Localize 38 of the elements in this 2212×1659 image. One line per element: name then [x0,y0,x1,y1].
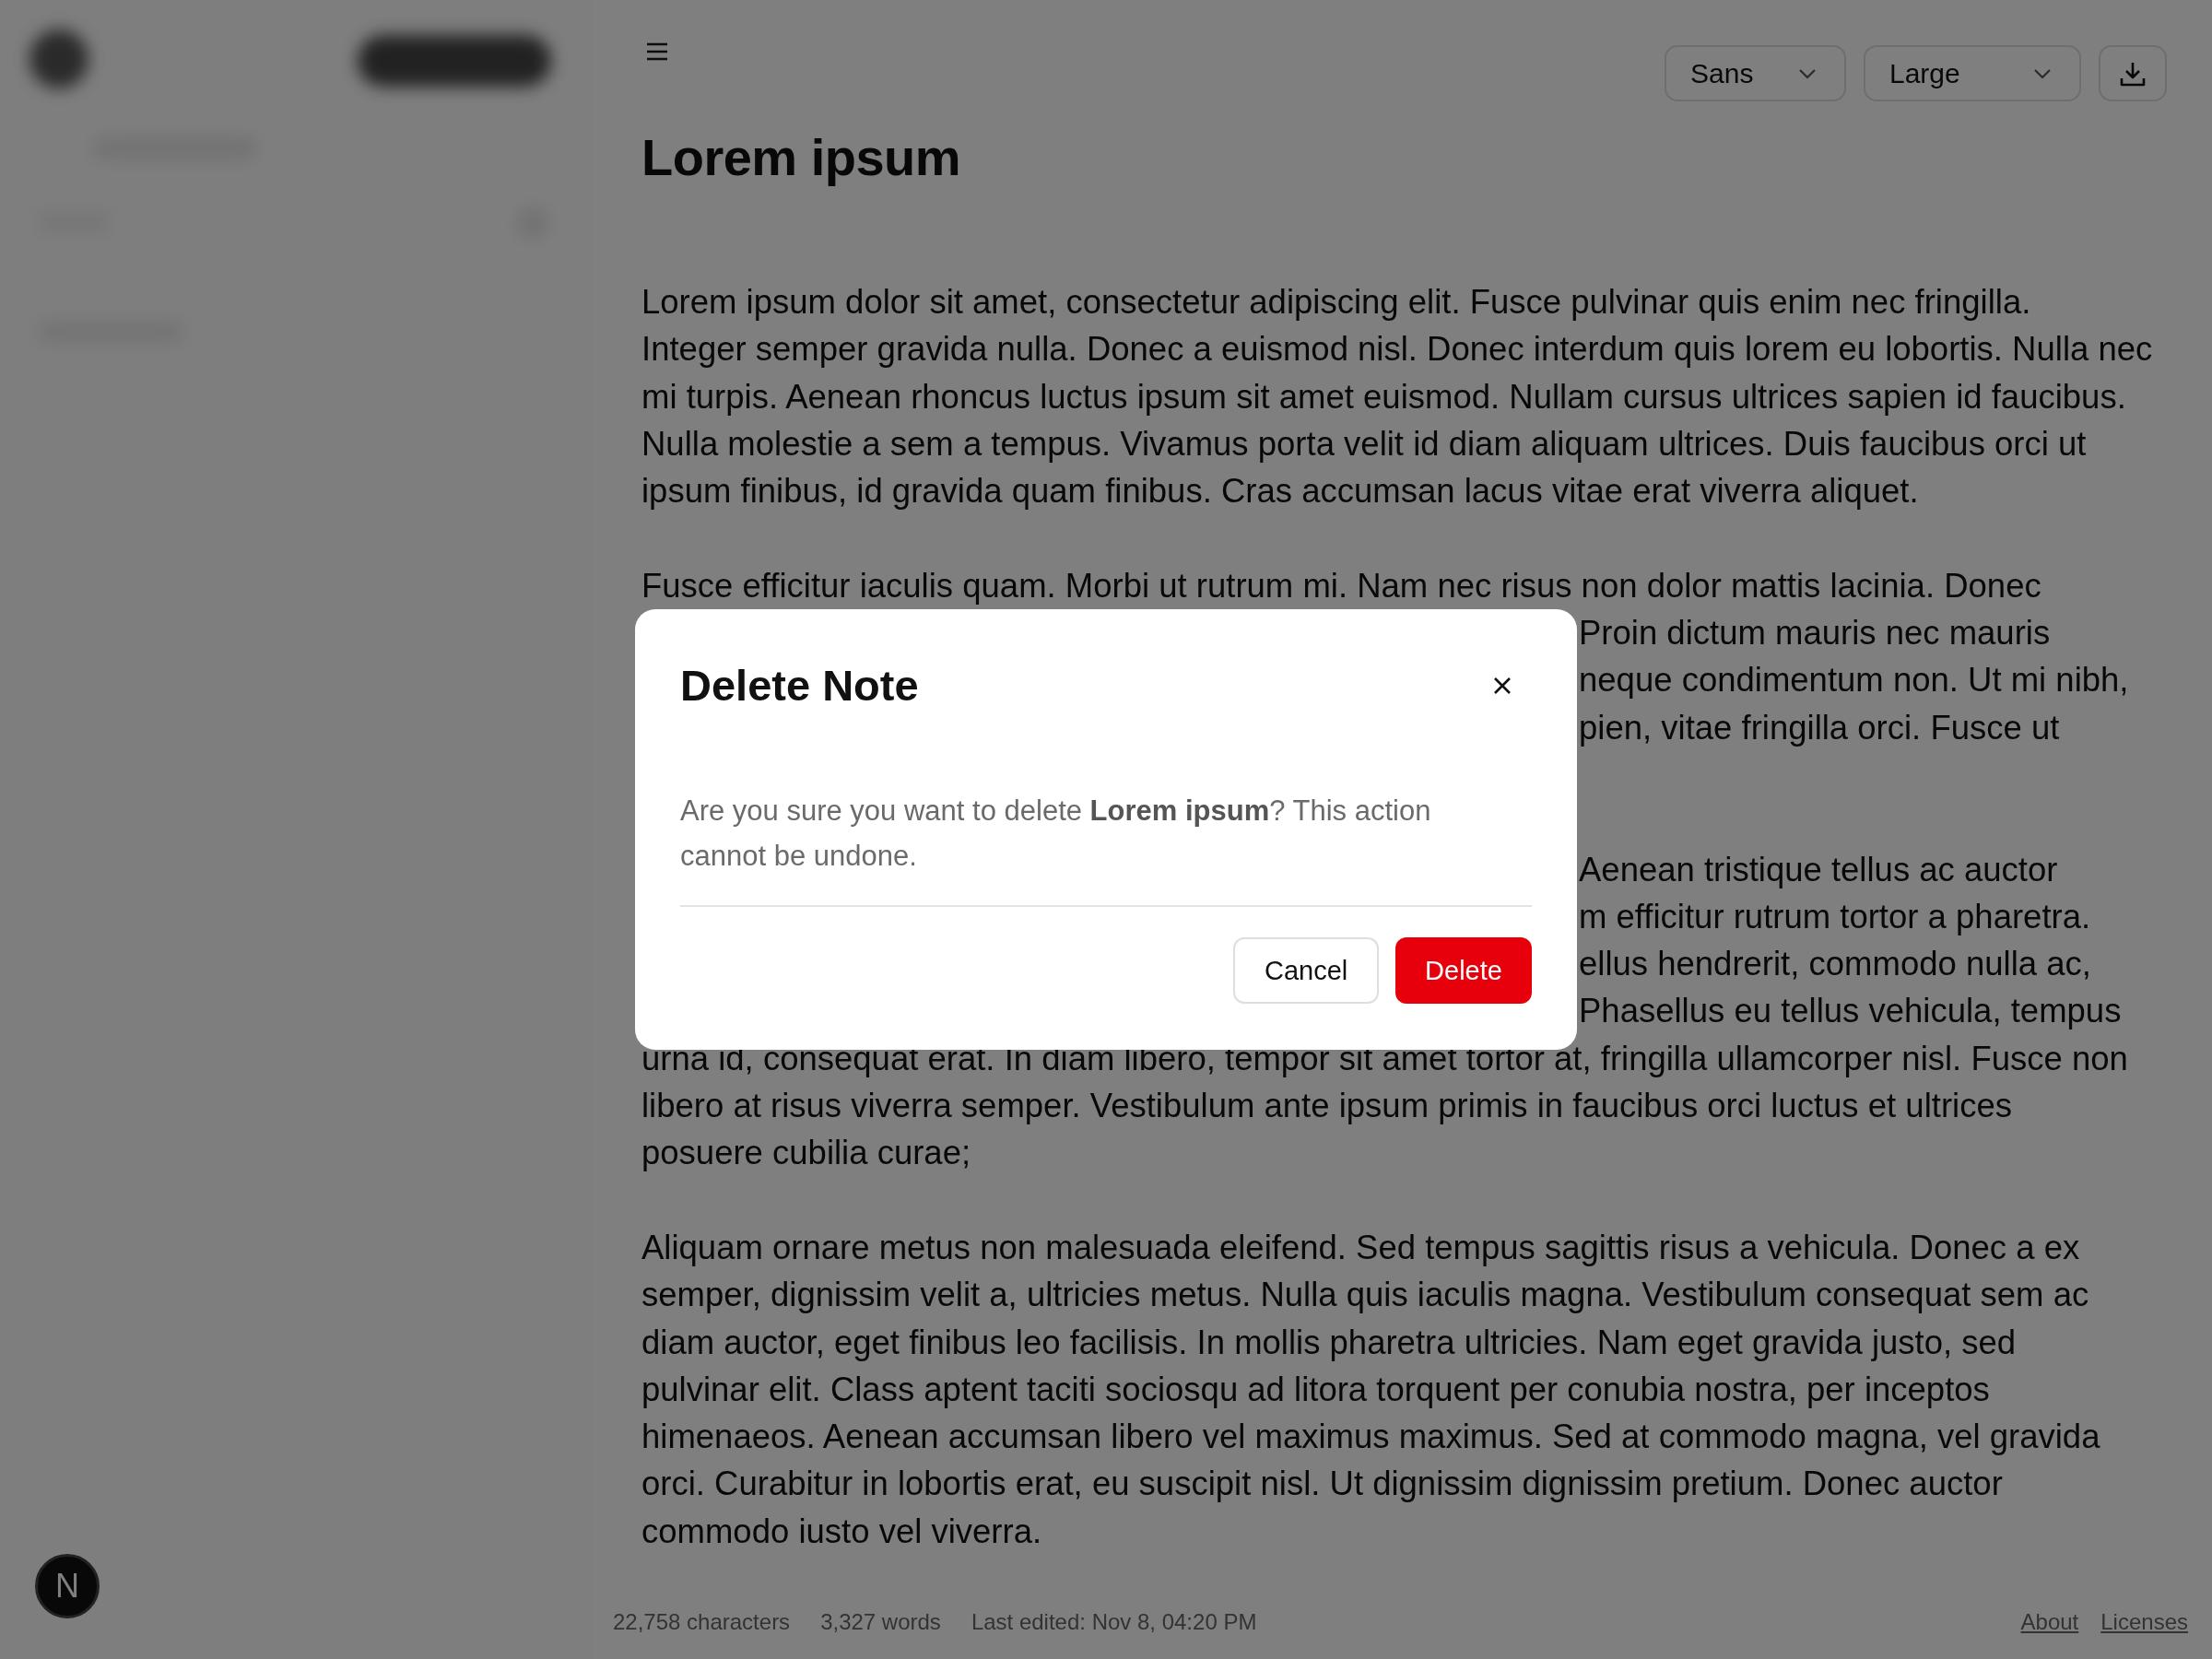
size-dropdown[interactable]: Large [1864,45,2081,101]
footer-link[interactable]: Licenses [2100,1609,2188,1635]
text-line: pien, vitae fringilla orci. Fusce ut [1579,707,2061,748]
footer-link[interactable]: About [2020,1609,2079,1635]
text-line: Lorem ipsum dolor sit amet, consectetur adipiscing elit. Fusce pulvinar quis enim nec fringilla. [641,282,2032,323]
text-line: m efficitur rutrum tortor a pharetra. [1579,896,2092,937]
text-line: Proin dictum mauris nec mauris [1579,613,2052,654]
text-line: diam auctor, eget finibus leo facilisis. In mollis pharetra ultricies. Nam eget gravida justo, sed [641,1322,2018,1363]
text-line: Integer semper gravida nulla. Donec a euismod nisl. Donec interdum quis lorem eu lobortis. Nulla nec [641,329,2154,371]
status-text: 3,327 words [820,1609,941,1635]
text-line: commodo iusto vel viverra. [641,1511,1043,1552]
text-line: Nulla molestie a sem a tempus. Vivamus porta velit id diam aliquam ultrices. Duis faucibus orci ut [641,423,2088,465]
text-line: semper, dignissim velit a, ultricies metus. Nulla quis iaculis magna. Vestibulum consequat sem ac [641,1275,2090,1316]
note-title: Lorem ipsum [641,127,962,188]
text-line: libero at risus viverra semper. Vestibulum ante ipsum primis in faucibus orci luctus et ultrices [641,1086,2013,1127]
text-line: himenaeos. Aenean accumsan libero vel maximus maximus. Sed at commodo magna, vel gravida [641,1417,2101,1458]
text-line: Phasellus eu tellus vehicula, tempus [1579,991,2123,1032]
text-line: Aliquam ornare metus non malesuada eleifend. Sed tempus sagittis risus a vehicula. Donec a ex [641,1227,2081,1268]
text-line: Aenean tristique tellus ac auctor [1579,849,2059,890]
menu-icon[interactable] [645,41,669,62]
text-line: Fusce efficitur iaculis quam. Morbi ut rutrum mi. Nam nec risus non dolor mattis lacinia. Donec [641,565,2042,606]
dialog-message: Are you sure you want to delete Lorem ipsum? This action cannot be undone. [680,788,1532,907]
font-dropdown[interactable]: Sans [1665,45,1846,101]
chevron-down-icon [1798,67,1817,79]
status-text: Last edited: Nov 8, 04:20 PM [971,1609,1257,1635]
text-line: ellus hendrerit, commodo nulla ac, [1579,944,2092,985]
text-line: pulvinar elit. Class aptent taciti sociosqu ad litora torquent per conubia nostra, per inceptos [641,1369,1991,1410]
dialog-title: Delete Note [680,661,919,711]
text-line: mi turpis. Aenean rhoncus luctus ipsum sit amet euismod. Nullam cursus ultrices sapien id faucibus. [641,376,2127,418]
chevron-down-icon [2033,67,2052,79]
status-text: 22,758 characters [613,1609,791,1635]
text-line: posuere cubilia curae; [641,1133,972,1174]
delete-button[interactable]: Delete [1395,937,1532,1004]
text-line: neque condimentum non. Ut mi nibh, [1579,660,2130,701]
download-button[interactable] [2099,45,2167,101]
text-line: orci. Curabitur in lobortis erat, eu suscipit nisl. Ut dignissim dignissim pretium. Donec auctor [641,1464,2004,1505]
text-line: ipsum finibus, id gravida quam finibus. Cras accumsan lacus vitae erat viverra aliquet. [641,471,1920,512]
cancel-button[interactable]: Cancel [1233,937,1379,1004]
